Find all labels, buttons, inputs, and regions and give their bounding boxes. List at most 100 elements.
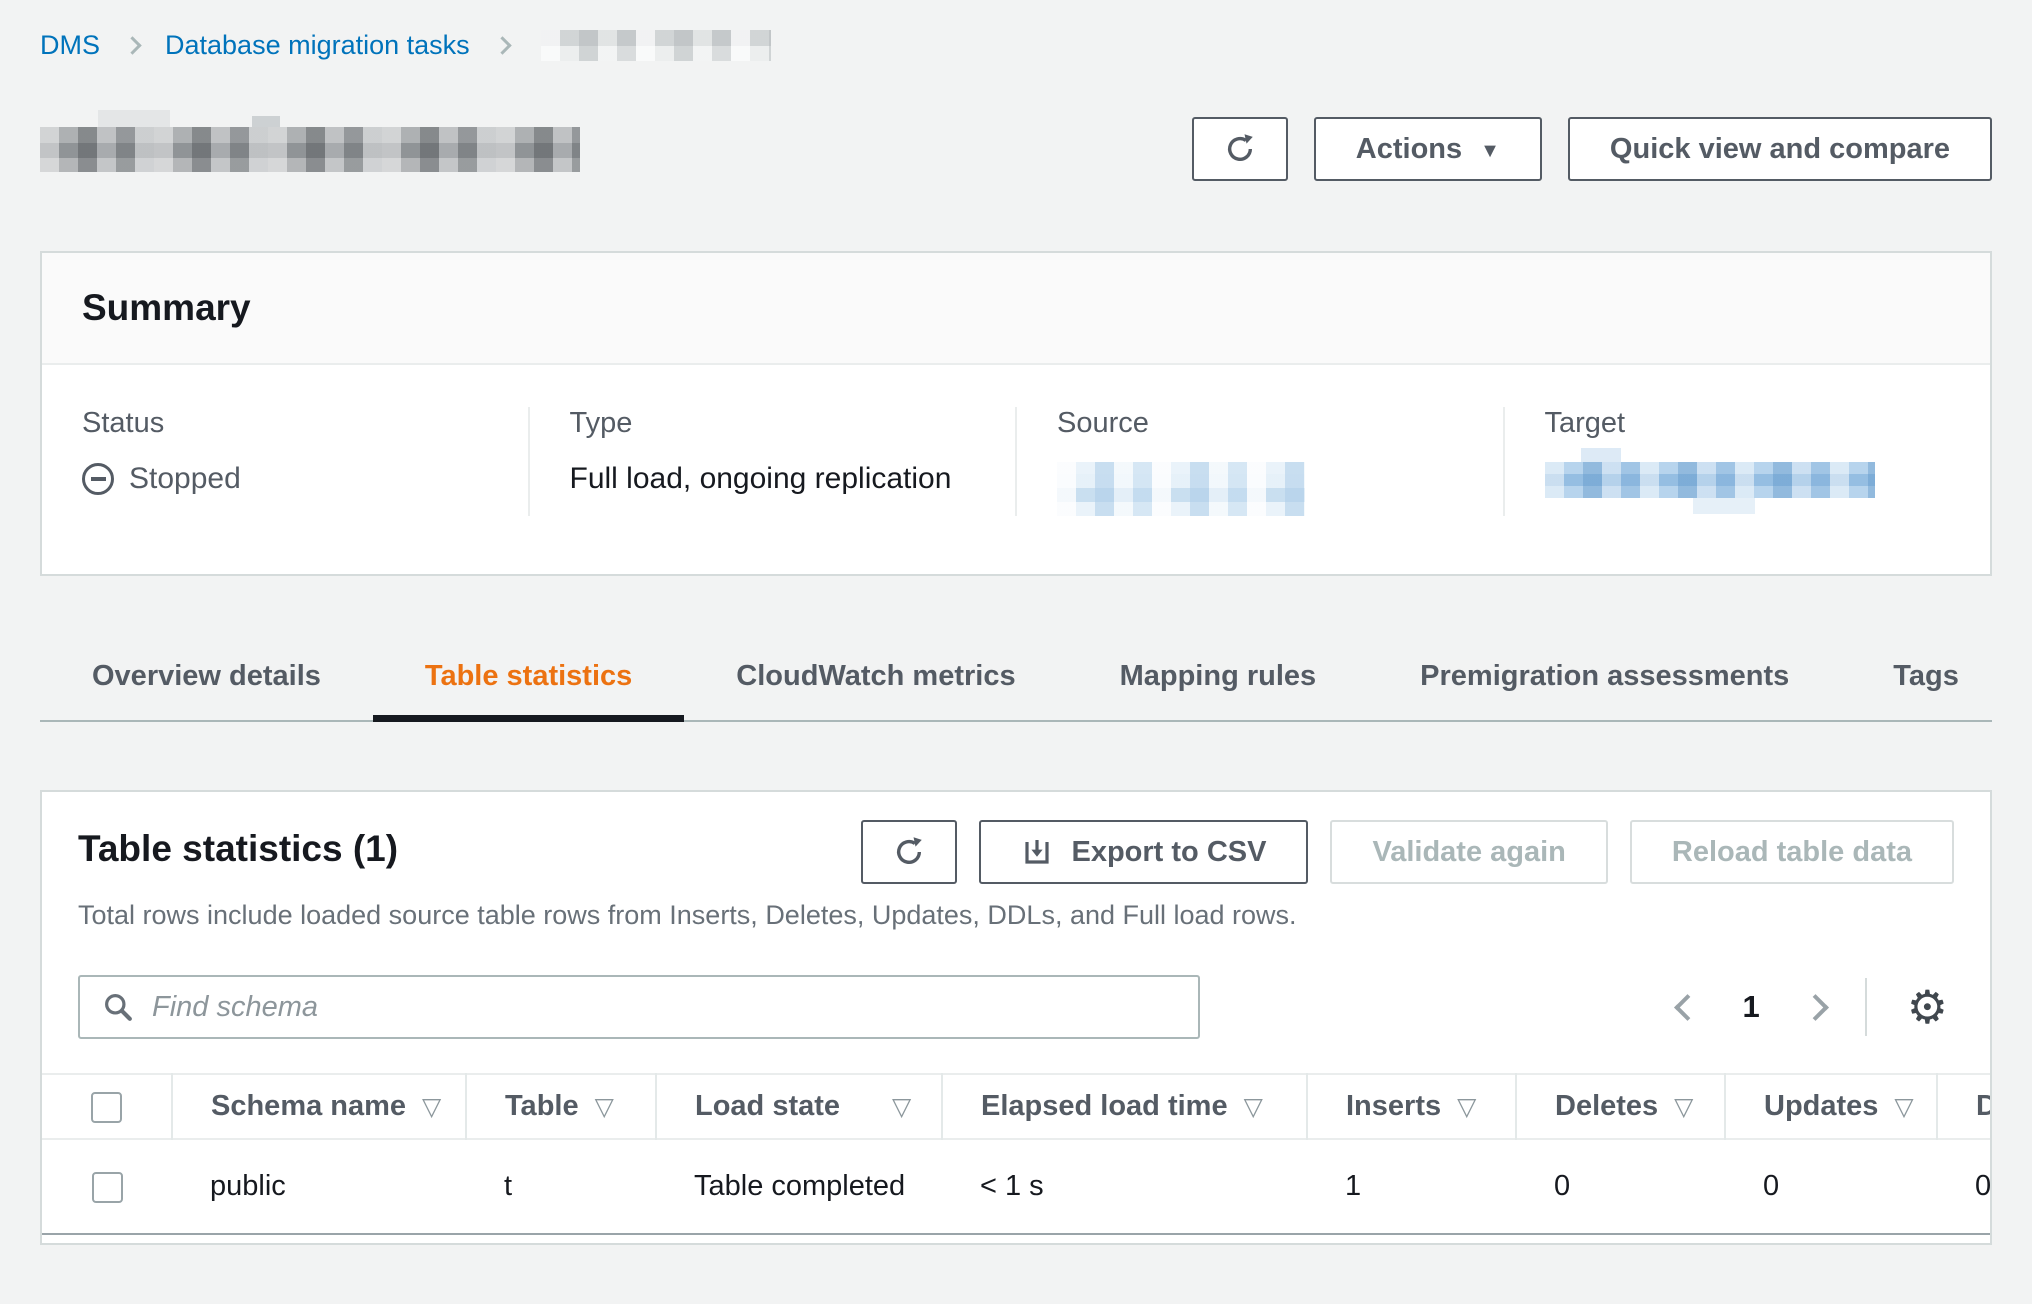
breadcrumb: DMS Database migration tasks	[40, 30, 1992, 61]
reload-table-data-label: Reload table data	[1672, 836, 1912, 869]
next-page-button[interactable]	[1802, 994, 1829, 1021]
column-header-table[interactable]: Table ▽	[466, 1074, 656, 1139]
download-icon	[1021, 836, 1053, 868]
chevron-right-icon	[123, 36, 141, 54]
summary-card-header: Summary	[42, 253, 1990, 365]
panel-header-text: Table statistics (1)	[78, 820, 398, 870]
select-all-cell	[42, 1074, 172, 1139]
target-link-redacted[interactable]	[1545, 462, 1875, 498]
sort-icon: ▽	[422, 1093, 441, 1121]
tab-cloudwatch-metrics[interactable]: CloudWatch metrics	[684, 632, 1067, 720]
column-label: Table	[505, 1090, 579, 1122]
page: DMS Database migration tasks Actions ▼ Q…	[0, 30, 2032, 1245]
schema-search-input[interactable]	[152, 991, 1176, 1024]
column-label: Updates	[1764, 1090, 1878, 1122]
status-text: Stopped	[129, 462, 241, 496]
tab-overview-details[interactable]: Overview details	[40, 632, 373, 720]
column-header-schema-name[interactable]: Schema name ▽	[172, 1074, 466, 1139]
tab-bar: Overview details Table statistics CloudW…	[40, 632, 1992, 722]
cell-updates: 0	[1725, 1139, 1937, 1234]
column-label: DDLs	[1976, 1090, 1992, 1122]
column-header-load-state[interactable]: Load state ▽	[656, 1074, 942, 1139]
export-csv-button[interactable]: Export to CSV	[979, 820, 1308, 884]
sort-icon: ▽	[1894, 1093, 1913, 1121]
cell-ddls: 0	[1937, 1139, 1992, 1234]
tab-premigration-assessments[interactable]: Premigration assessments	[1368, 632, 1841, 720]
summary-col-target: Target	[1503, 407, 1991, 516]
cell-table: t	[466, 1139, 656, 1234]
panel-header: Table statistics (1) Export to CSV	[42, 792, 1990, 884]
tab-mapping-rules[interactable]: Mapping rules	[1068, 632, 1369, 720]
caret-down-icon: ▼	[1480, 141, 1500, 161]
column-header-updates[interactable]: Updates ▽	[1725, 1074, 1937, 1139]
tab-label: Tags	[1893, 660, 1959, 693]
row-checkbox[interactable]	[92, 1172, 123, 1203]
quick-view-compare-label: Quick view and compare	[1610, 133, 1950, 166]
export-csv-label: Export to CSV	[1071, 836, 1266, 869]
page-number[interactable]: 1	[1737, 989, 1766, 1025]
panel-title: Table statistics (1)	[78, 820, 398, 870]
cell-elapsed-load-time: < 1 s	[942, 1139, 1307, 1234]
search-icon	[102, 991, 134, 1023]
settings-gear-icon[interactable]: ⚙	[1907, 984, 1948, 1030]
column-header-ddls[interactable]: DDLs▽	[1937, 1074, 1992, 1139]
table-statistics-table: Schema name ▽ Table ▽ Load state ▽ Elapsed …	[42, 1073, 1992, 1235]
tab-label: Overview details	[92, 660, 321, 693]
actions-button-label: Actions	[1356, 133, 1462, 166]
schema-search-box	[78, 975, 1200, 1039]
summary-card: Summary Status Stopped Type Full load, o…	[40, 251, 1992, 576]
tab-label: Mapping rules	[1120, 660, 1317, 693]
select-all-checkbox[interactable]	[91, 1092, 122, 1123]
source-label: Source	[1057, 407, 1463, 440]
tab-label: Premigration assessments	[1420, 660, 1789, 693]
sort-icon: ▽	[1457, 1093, 1476, 1121]
table-row: public t Table completed < 1 s 1 0 0 0	[42, 1139, 1992, 1234]
column-header-elapsed-load-time[interactable]: Elapsed load time ▽	[942, 1074, 1307, 1139]
cell-load-state: Table completed	[656, 1139, 942, 1234]
reload-table-data-button[interactable]: Reload table data	[1630, 820, 1954, 884]
breadcrumb-dms-link[interactable]: DMS	[40, 30, 100, 61]
refresh-icon	[1223, 132, 1257, 166]
tab-table-statistics[interactable]: Table statistics	[373, 632, 684, 720]
table-refresh-button[interactable]	[861, 820, 957, 884]
column-header-deletes[interactable]: Deletes ▽	[1516, 1074, 1725, 1139]
summary-col-status: Status Stopped	[42, 407, 528, 516]
validate-again-label: Validate again	[1372, 836, 1565, 869]
column-label: Schema name	[211, 1090, 406, 1122]
type-label: Type	[570, 407, 976, 440]
status-value: Stopped	[82, 462, 488, 496]
tab-label: CloudWatch metrics	[736, 660, 1015, 693]
table-statistics-panel: Table statistics (1) Export to CSV	[40, 790, 1992, 1245]
refresh-button[interactable]	[1192, 117, 1288, 181]
sort-icon: ▽	[1244, 1093, 1263, 1121]
page-header: Actions ▼ Quick view and compare	[40, 101, 1992, 197]
tab-label: Table statistics	[425, 660, 632, 693]
header-actions: Actions ▼ Quick view and compare	[1192, 117, 1992, 181]
summary-title: Summary	[82, 287, 251, 328]
validate-again-button[interactable]: Validate again	[1330, 820, 1607, 884]
breadcrumb-tasks-link[interactable]: Database migration tasks	[165, 30, 470, 61]
pagination-divider	[1865, 978, 1867, 1036]
source-link-redacted[interactable]	[1057, 462, 1305, 516]
column-label: Deletes	[1555, 1090, 1658, 1122]
tab-tags[interactable]: Tags	[1841, 632, 2011, 720]
refresh-icon	[892, 835, 926, 869]
chevron-right-icon	[493, 36, 511, 54]
sort-icon: ▽	[1674, 1093, 1693, 1121]
summary-body: Status Stopped Type Full load, ongoing r…	[42, 365, 1990, 574]
stopped-status-icon	[82, 463, 114, 495]
column-label: Load state	[695, 1090, 840, 1122]
sort-icon: ▽	[892, 1093, 911, 1121]
task-name-redacted	[40, 127, 580, 172]
quick-view-compare-button[interactable]: Quick view and compare	[1568, 117, 1992, 181]
status-label: Status	[82, 407, 488, 440]
row-select-cell	[42, 1139, 172, 1234]
column-header-inserts[interactable]: Inserts▽	[1307, 1074, 1516, 1139]
previous-page-button[interactable]	[1674, 994, 1701, 1021]
column-label: Elapsed load time	[981, 1090, 1228, 1122]
type-value: Full load, ongoing replication	[570, 462, 976, 496]
filter-row: 1 ⚙	[42, 975, 1990, 1039]
table-header-row: Schema name ▽ Table ▽ Load state ▽ Elapsed …	[42, 1074, 1992, 1139]
sort-icon: ▽	[595, 1093, 614, 1121]
actions-button[interactable]: Actions ▼	[1314, 117, 1542, 181]
